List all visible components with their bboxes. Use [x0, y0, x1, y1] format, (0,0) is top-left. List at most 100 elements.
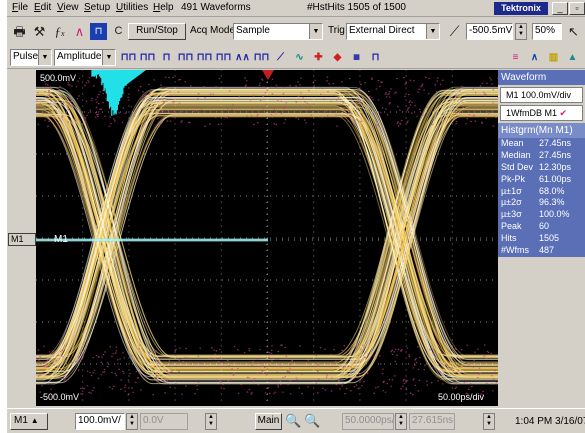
stat-rows: Mean 27.45ns Median 27.45ns Std Dev 12.30ps Pk… — [498, 138, 585, 257]
peak-view-icon[interactable]: ▲ — [564, 49, 581, 66]
eye-diagram-display[interactable]: 500.0mV -500.0mV 50.00ps/div M1 — [0, 69, 538, 406]
readout-panel: Waveform M1 100.0mV/div 1WfmDB M1 ✔ Hist… — [498, 70, 585, 406]
zoom-field[interactable]: 50% — [532, 23, 562, 40]
stat-row: µ±3σ 100.0% — [498, 209, 585, 221]
stat-row: #Wfms 487 — [498, 245, 585, 257]
trig-source-select[interactable]: External Direct ▼ — [346, 23, 440, 40]
meas-wave-icon[interactable]: ∿ — [291, 49, 308, 66]
channel-marker[interactable]: M1 — [8, 233, 42, 246]
waveform-scale-readout[interactable]: M1 100.0mV/div — [500, 87, 583, 103]
menu-lines-icon[interactable]: ≡ — [507, 49, 524, 66]
main-timebase-button[interactable]: Main — [255, 413, 282, 430]
meas-pulse-2-icon[interactable]: ⊓⊓ — [139, 49, 156, 66]
meas-rise-icon[interactable]: ⟋ — [272, 49, 289, 66]
horizontal-position-field[interactable]: 27.615ns — [409, 413, 455, 430]
measurement-select[interactable]: Amplitude ▼ — [54, 49, 116, 66]
meas-table-icon[interactable]: ▦ — [348, 49, 365, 66]
mode-value: Pulse — [13, 51, 39, 62]
stat-value: 61.00ps — [539, 173, 572, 184]
offset-field[interactable]: 0.0V — [140, 413, 188, 430]
print-icon[interactable]: 🖶 — [10, 22, 29, 41]
math-function-icon[interactable]: ƒx — [50, 22, 69, 41]
stat-name: #Wfms — [501, 245, 529, 256]
acq-mode-value: Sample — [236, 25, 270, 36]
trig-level-spinner[interactable]: ▲ ▼ — [515, 23, 527, 40]
waveform-icon[interactable]: ∧ — [70, 22, 89, 41]
arrow-icon[interactable]: ↖ — [564, 22, 583, 41]
histogram-view-icon[interactable]: ▥ — [545, 49, 562, 66]
meas-pulse-8-icon[interactable]: ⊓⊓ — [253, 49, 270, 66]
stat-row: Peak 60 — [498, 221, 585, 233]
zoom-in-icon[interactable]: 🔍 — [284, 411, 303, 430]
stat-name: µ±1σ — [501, 185, 522, 196]
checkmark-icon: ✔ — [559, 108, 568, 118]
meas-pulse-1-icon[interactable]: ⊓⊓ — [120, 49, 137, 66]
horizontal-scale-spinner[interactable]: ▲ ▼ — [395, 413, 407, 430]
stat-row: Median 27.45ns — [498, 150, 585, 162]
meas-pulse-5-icon[interactable]: ⊓⊓ — [196, 49, 213, 66]
stat-value: 96.3% — [539, 197, 565, 208]
waveform-view-icon[interactable]: ∧ — [526, 49, 543, 66]
meas-pulse-7-icon[interactable]: ∧∧ — [234, 49, 251, 66]
horizontal-scale-field[interactable]: 50.0000ps/ — [342, 413, 395, 430]
stat-value: 487 — [539, 245, 555, 256]
eye-diagram-svg — [0, 69, 538, 406]
vertical-scale-field[interactable]: 100.0mV/ — [75, 413, 125, 430]
stat-value: 60 — [539, 221, 550, 232]
status-bar: M1 ▲ 100.0mV/ ▲ ▼ 0.0V ▲ ▼ Main 🔍 🔍 50.000… — [7, 408, 585, 433]
menu-setup[interactable]: Setup — [84, 2, 110, 14]
horizontal-position-spinner[interactable]: ▲ ▼ — [483, 413, 495, 430]
menu-view[interactable]: View — [57, 2, 79, 14]
main-toolbar: 🖶 ⚒ ƒx ∧ ⊓ C Run/Stop Acq Mode Sample ▼ T… — [7, 18, 585, 45]
minimize-button[interactable]: _ — [552, 2, 568, 15]
stat-value: 27.45ns — [539, 149, 572, 160]
trigger-slope-icon[interactable]: ⟋ — [445, 22, 464, 41]
stat-name: µ±3σ — [501, 209, 522, 220]
stat-row: Std Dev 12.30ps — [498, 162, 585, 174]
meas-pulse-9-icon[interactable]: ⊓ — [367, 49, 384, 66]
stat-name: Pk-Pk — [501, 173, 526, 184]
menu-file[interactable]: File — [12, 2, 28, 14]
vertical-bottom-label: -500.0mV — [40, 392, 80, 402]
hist-hits-readout: #HstHits 1505 of 1500 — [307, 2, 406, 13]
run-stop-button[interactable]: Run/Stop — [128, 23, 186, 40]
meas-pulse-3-icon[interactable]: ⊓ — [158, 49, 175, 66]
stat-name: Median — [501, 149, 531, 160]
stat-name: Std Dev — [501, 161, 534, 172]
zoom-out-icon[interactable]: 🔍 — [303, 411, 322, 430]
restore-button[interactable]: ▫ — [569, 2, 585, 15]
waveform-db-label: 1WfmDB M1 — [506, 108, 558, 118]
meas-cross-icon[interactable]: ✚ — [310, 49, 327, 66]
chevron-down-icon: ▼ — [38, 50, 51, 65]
stat-row: Hits 1505 — [498, 233, 585, 245]
c-label[interactable]: C — [109, 22, 128, 41]
vertical-scale-spinner[interactable]: ▲ ▼ — [126, 413, 138, 430]
tools-icon[interactable]: ⚒ — [30, 22, 49, 41]
trig-level-field[interactable]: -500.5mV — [466, 23, 513, 40]
acq-mode-select[interactable]: Sample ▼ — [233, 23, 323, 40]
meas-pulse-4-icon[interactable]: ⊓⊓ — [177, 49, 194, 66]
meas-eye-icon[interactable]: ◆ — [329, 49, 346, 66]
timebase-label: 50.00ps/div — [438, 392, 485, 402]
trigger-position-marker[interactable] — [262, 70, 274, 80]
mode-select[interactable]: Pulse ▼ — [10, 49, 52, 66]
cursor-icon[interactable]: ⊓ — [90, 23, 107, 40]
stat-name: µ±2σ — [501, 197, 522, 208]
histogram-title: Histgrm(Mn M1) — [498, 123, 585, 138]
stat-value: 1505 — [539, 233, 560, 244]
waveform-db-readout[interactable]: 1WfmDB M1 ✔ — [500, 105, 583, 121]
menu-edit[interactable]: Edit — [34, 2, 51, 14]
meas-pulse-6-icon[interactable]: ⊓⊓ — [215, 49, 232, 66]
menu-help[interactable]: Help — [153, 2, 174, 14]
offset-spinner[interactable]: ▲ ▼ — [205, 413, 217, 430]
trig-source-value: External Direct — [349, 25, 415, 36]
menu-utilities[interactable]: Utilities — [116, 2, 148, 14]
waveform-count: 491 Waveforms — [181, 2, 251, 13]
vertical-top-label: 500.0mV — [40, 73, 77, 83]
left-edge — [0, 0, 7, 433]
acq-mode-label: Acq Mode — [190, 25, 236, 36]
stat-value: 27.45ns — [539, 138, 572, 148]
stat-row: µ±1σ 68.0% — [498, 186, 585, 198]
channel-select-button[interactable]: M1 ▲ — [10, 413, 48, 430]
stat-name: Peak — [501, 221, 522, 232]
